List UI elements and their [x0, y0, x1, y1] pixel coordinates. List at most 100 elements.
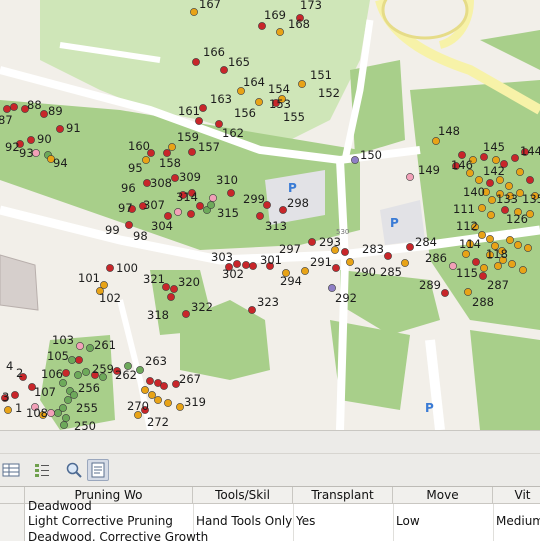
- column-header-tools[interactable]: Tools/Skil: [193, 487, 293, 504]
- tree-point-orange[interactable]: [148, 391, 156, 399]
- tree-point-orange[interactable]: [464, 288, 472, 296]
- tree-point-red[interactable]: [167, 293, 175, 301]
- tree-point-green[interactable]: [60, 421, 68, 429]
- tree-point-green[interactable]: [70, 391, 78, 399]
- tree-point-orange[interactable]: [475, 176, 483, 184]
- tree-point-green[interactable]: [54, 409, 62, 417]
- tree-point-green[interactable]: [136, 366, 144, 374]
- tree-point-green[interactable]: [86, 344, 94, 352]
- tree-point-red[interactable]: [220, 66, 228, 74]
- tree-point-orange[interactable]: [478, 204, 486, 212]
- tree-point-red[interactable]: [308, 238, 316, 246]
- tree-point-orange[interactable]: [514, 241, 522, 249]
- attribute-table[interactable]: Pruning Wo Tools/Skil Transplant Move Vi…: [0, 486, 540, 541]
- tree-point-orange[interactable]: [480, 264, 488, 272]
- tree-point-green[interactable]: [207, 201, 215, 209]
- tree-point-red[interactable]: [472, 258, 480, 266]
- tree-point-red[interactable]: [27, 136, 35, 144]
- tree-point-orange[interactable]: [506, 236, 514, 244]
- table-cell-pruning[interactable]: Light Corrective Pruning: [28, 514, 173, 528]
- tree-point-red[interactable]: [249, 262, 257, 270]
- tree-point-red[interactable]: [526, 176, 534, 184]
- tree-point-red[interactable]: [182, 310, 190, 318]
- table-cell-move[interactable]: Low: [396, 514, 420, 528]
- tree-point-pink[interactable]: [76, 342, 84, 350]
- tree-point-red[interactable]: [195, 117, 203, 125]
- column-header-move[interactable]: Move: [393, 487, 493, 504]
- tree-point-red[interactable]: [341, 248, 349, 256]
- tree-point-red[interactable]: [406, 243, 414, 251]
- tree-point-red[interactable]: [192, 58, 200, 66]
- tree-point-red[interactable]: [171, 174, 179, 182]
- map-svg[interactable]: P P P 530 167 169 168 173 166 165 151 16…: [0, 0, 540, 430]
- tree-point-orange[interactable]: [494, 262, 502, 270]
- tree-point-orange[interactable]: [519, 266, 527, 274]
- tree-point-red[interactable]: [479, 272, 487, 280]
- tree-point-orange[interactable]: [488, 196, 496, 204]
- tree-point-red[interactable]: [62, 369, 70, 377]
- tree-point-orange[interactable]: [164, 399, 172, 407]
- tree-point-orange[interactable]: [505, 182, 513, 190]
- tree-point-red[interactable]: [146, 377, 154, 385]
- tree-point-red[interactable]: [11, 391, 19, 399]
- tree-point-red[interactable]: [75, 356, 83, 364]
- tree-point-green[interactable]: [68, 356, 76, 364]
- tree-point-orange[interactable]: [141, 386, 149, 394]
- tree-point-orange[interactable]: [176, 403, 184, 411]
- table-cell-partial[interactable]: Deadwood: [28, 499, 92, 513]
- tree-point-orange[interactable]: [154, 396, 162, 404]
- tree-point-red[interactable]: [256, 212, 264, 220]
- table-cell-vit[interactable]: Medium: [496, 514, 540, 528]
- tree-point-green[interactable]: [62, 414, 70, 422]
- tree-point-orange[interactable]: [516, 168, 524, 176]
- tree-point-red[interactable]: [3, 105, 11, 113]
- tree-point-red[interactable]: [227, 189, 235, 197]
- tree-point-orange[interactable]: [462, 250, 470, 258]
- tree-point-red[interactable]: [511, 154, 519, 162]
- tree-point-orange[interactable]: [190, 8, 198, 16]
- tree-point-red[interactable]: [125, 221, 133, 229]
- map-canvas[interactable]: P P P 530 167 169 168 173 166 165 151 16…: [0, 0, 540, 430]
- tree-point-orange[interactable]: [298, 80, 306, 88]
- tree-point-pink[interactable]: [406, 173, 414, 181]
- tree-point-red[interactable]: [486, 179, 494, 187]
- tree-point-red[interactable]: [480, 153, 488, 161]
- tree-point-orange[interactable]: [432, 137, 440, 145]
- tree-point-red[interactable]: [384, 252, 392, 260]
- tree-point-red[interactable]: [188, 148, 196, 156]
- tree-point-orange[interactable]: [487, 211, 495, 219]
- tree-point-red[interactable]: [10, 103, 18, 111]
- table-cell-tools[interactable]: Hand Tools Only: [196, 514, 292, 528]
- tree-point-orange[interactable]: [508, 260, 516, 268]
- tree-point-red[interactable]: [106, 264, 114, 272]
- tree-point-red[interactable]: [160, 382, 168, 390]
- tree-point-orange[interactable]: [486, 235, 494, 243]
- zoom-map-icon[interactable]: [63, 459, 85, 481]
- tree-point-orange[interactable]: [346, 258, 354, 266]
- tree-point-orange[interactable]: [142, 156, 150, 164]
- tree-point-red[interactable]: [56, 125, 64, 133]
- tree-point-green[interactable]: [74, 371, 82, 379]
- column-header-vit[interactable]: Vit: [493, 487, 540, 504]
- tree-point-orange[interactable]: [276, 28, 284, 36]
- table-cell-partial[interactable]: Deadwood, Corrective Growth: [28, 530, 208, 541]
- form-view-icon[interactable]: [87, 459, 109, 481]
- tree-point-orange[interactable]: [168, 143, 176, 151]
- tree-point-orange[interactable]: [492, 156, 500, 164]
- field-list-icon[interactable]: [31, 459, 53, 481]
- tree-point-pink[interactable]: [174, 208, 182, 216]
- tree-point-red[interactable]: [279, 206, 287, 214]
- tree-point-pink[interactable]: [209, 194, 217, 202]
- tree-point-red[interactable]: [248, 306, 256, 314]
- tree-point-red[interactable]: [187, 210, 195, 218]
- tree-point-purple[interactable]: [351, 156, 359, 164]
- tree-point-pink[interactable]: [47, 409, 55, 417]
- column-header-transplant[interactable]: Transplant: [293, 487, 393, 504]
- tree-point-orange[interactable]: [255, 98, 263, 106]
- tree-point-red[interactable]: [170, 285, 178, 293]
- tree-point-red[interactable]: [441, 289, 449, 297]
- table-icon[interactable]: [0, 459, 22, 481]
- tree-point-red[interactable]: [258, 22, 266, 30]
- tree-point-red[interactable]: [332, 264, 340, 272]
- tree-point-orange[interactable]: [401, 259, 409, 267]
